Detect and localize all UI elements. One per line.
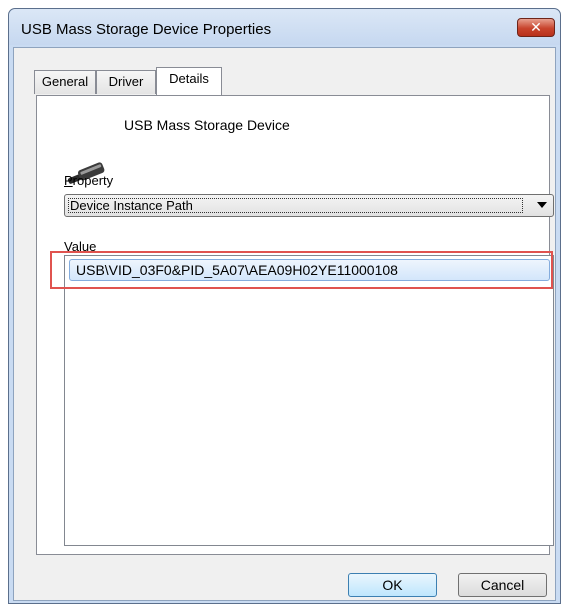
properties-dialog: USB Mass Storage Device Properties ✕ Gen…: [8, 8, 561, 604]
close-button[interactable]: ✕: [517, 18, 555, 37]
tab-details[interactable]: Details: [156, 67, 222, 95]
title-bar[interactable]: USB Mass Storage Device Properties ✕: [9, 9, 560, 45]
tab-driver-label: Driver: [108, 74, 144, 89]
value-listbox[interactable]: USB\VID_03F0&PID_5A07\AEA09H02YE11000108: [64, 255, 554, 546]
chevron-down-icon[interactable]: [537, 202, 547, 208]
property-dropdown[interactable]: Device Instance Path: [64, 194, 554, 217]
tab-general-label: General: [41, 74, 89, 89]
ok-button-label: OK: [382, 577, 403, 593]
window-title: USB Mass Storage Device Properties: [21, 21, 272, 38]
tab-details-label: Details: [169, 71, 209, 86]
cancel-button-label: Cancel: [480, 577, 525, 593]
ok-button[interactable]: OK: [348, 573, 437, 597]
property-label-text: roperty: [72, 173, 114, 188]
tab-general[interactable]: General: [34, 70, 96, 94]
property-dropdown-value: Device Instance Path: [68, 198, 523, 213]
annotation-highlight-box: [50, 251, 553, 289]
property-label-accelerator: P: [64, 173, 73, 188]
tab-driver[interactable]: Driver: [96, 70, 156, 94]
dialog-client-area: General Driver Details USB Mass Storage …: [13, 47, 556, 601]
property-label: Property: [64, 173, 113, 188]
device-name: USB Mass Storage Device: [124, 117, 290, 133]
cancel-button[interactable]: Cancel: [458, 573, 547, 597]
close-icon: ✕: [530, 19, 542, 35]
